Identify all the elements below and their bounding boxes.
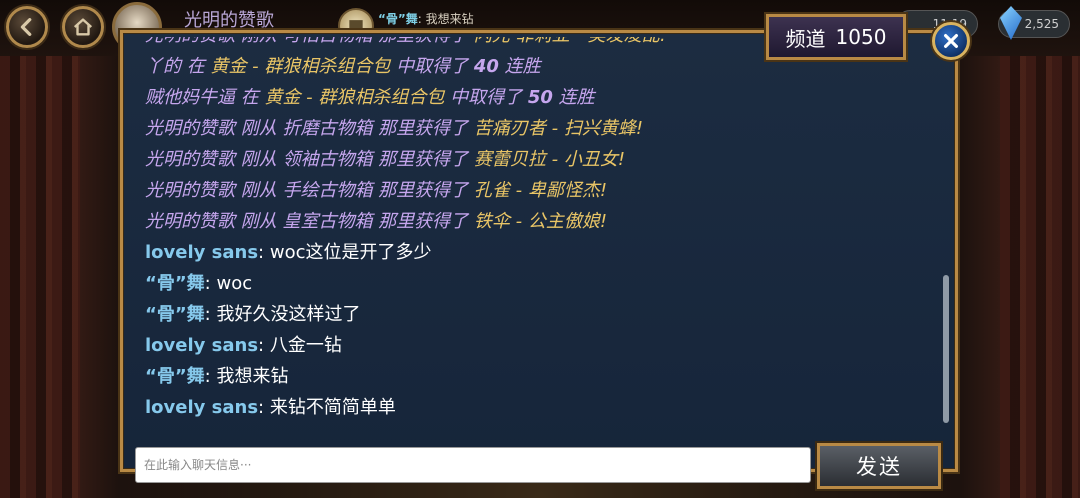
message-username: lovely sans: [145, 397, 259, 418]
chat-message: lovely sans: 八金一钻: [145, 330, 925, 361]
ticker-text: : 我想来钻: [417, 12, 474, 26]
system-message-part: 那里获得了: [372, 118, 474, 139]
system-message-part: 那里获得了: [372, 180, 474, 201]
message-text: 我想来钻: [216, 366, 289, 387]
system-message-part: 中取得了: [390, 56, 474, 77]
system-message: 贼他妈牛逼 在 黄金 - 群狼相杀组合包 中取得了 50 连胜: [145, 82, 925, 113]
message-username: “骨”舞: [145, 366, 205, 387]
system-message-part: 赛蕾贝拉 - 小丑女!: [473, 149, 626, 170]
chat-scrollbar[interactable]: [943, 275, 949, 423]
message-text: 我好久没这样过了: [216, 304, 361, 325]
system-message-part: 孔雀 - 卑鄙怪杰!: [473, 180, 608, 201]
back-button[interactable]: [6, 6, 48, 48]
system-message-part: 黄金 - 群狼相杀组合包: [264, 87, 445, 108]
system-message-part: 苦痛刃者 - 扫兴黄蜂!: [473, 118, 644, 139]
message-username: lovely sans: [145, 335, 259, 356]
system-message-part: 光明的赞歌 刚从: [145, 149, 283, 170]
system-message: 光明的赞歌 刚从 折磨古物箱 那里获得了 苦痛刃者 - 扫兴黄蜂!: [145, 113, 925, 144]
system-message-part: 中取得了: [444, 87, 528, 108]
message-text: 来钻不简简单单: [269, 397, 396, 418]
system-message-part: 光明的赞歌 刚从: [145, 180, 283, 201]
system-message-part: 贼他妈牛逼 在: [145, 87, 265, 108]
message-separator: :: [204, 304, 217, 325]
chat-message-list[interactable]: 光明的赞歌 刚从 可怕古物箱 那里获得了 闪光 菲莉亚 - 美发凌乱!丫的 在 …: [145, 37, 925, 427]
close-button[interactable]: [932, 22, 970, 60]
message-username: lovely sans: [145, 242, 259, 263]
chat-dialog: 光明的赞歌 刚从 可怕古物箱 那里获得了 闪光 菲莉亚 - 美发凌乱!丫的 在 …: [120, 30, 958, 489]
system-message-part: 黄金 - 群狼相杀组合包: [210, 56, 391, 77]
system-message: 光明的赞歌 刚从 领袖古物箱 那里获得了 赛蕾贝拉 - 小丑女!: [145, 144, 925, 175]
chat-message: “骨”舞: woc: [145, 268, 925, 299]
channel-label: 频道: [785, 26, 826, 51]
chat-message: “骨”舞: 我想来钻: [145, 361, 925, 392]
system-message-part: 那里获得了: [372, 37, 473, 46]
curtain-left: [0, 40, 80, 498]
message-text: woc: [216, 273, 253, 294]
system-message-part: 手绘古物箱: [282, 180, 373, 201]
chat-input[interactable]: [136, 448, 810, 482]
system-message-part: 光明的赞歌 刚从: [145, 37, 282, 46]
chat-ticker[interactable]: “骨”舞: 我想来钻: [378, 10, 474, 27]
message-username: “骨”舞: [145, 273, 205, 294]
system-message-part: 闪光 菲莉亚 - 美发凌乱!: [474, 37, 667, 46]
system-message-part: 那里获得了: [372, 211, 474, 232]
system-message-part: 领袖古物箱: [282, 149, 373, 170]
system-message-part: 那里获得了: [372, 149, 474, 170]
system-message-part: 铁伞 - 公主傲娘!: [473, 211, 608, 232]
system-message-part: 40: [473, 56, 499, 77]
ticker-user: “骨”舞: [378, 12, 418, 26]
system-message-part: 折磨古物箱: [282, 118, 373, 139]
system-message-part: 丫的 在: [145, 56, 211, 77]
message-text: woc这位是开了多少: [269, 242, 432, 263]
message-text: 八金一钻: [269, 335, 342, 356]
system-message-part: 光明的赞歌 刚从: [145, 211, 283, 232]
channel-tab[interactable]: 频道 1050: [766, 14, 906, 60]
system-message-part: 可怕古物箱: [282, 37, 372, 46]
chat-message: “骨”舞: 我好久没这样过了: [145, 299, 925, 330]
curtain-right: [1000, 40, 1080, 498]
back-icon: [20, 18, 32, 36]
system-message-part: 连胜: [498, 56, 541, 77]
system-message: 光明的赞歌 刚从 手绘古物箱 那里获得了 孔雀 - 卑鄙怪杰!: [145, 175, 925, 206]
message-separator: :: [204, 366, 217, 387]
home-icon: [73, 18, 93, 36]
send-button[interactable]: 发送: [817, 443, 941, 489]
chat-message: lovely sans: woc这位是开了多少: [145, 237, 925, 268]
system-message: 光明的赞歌 刚从 皇室古物箱 那里获得了 铁伞 - 公主傲娘!: [145, 206, 925, 237]
chat-input-container: [135, 447, 811, 483]
close-icon: [944, 34, 958, 48]
message-separator: :: [258, 335, 270, 356]
system-message-part: 光明的赞歌 刚从: [145, 118, 283, 139]
gem-amount: 2,525: [1024, 17, 1059, 31]
message-separator: :: [258, 397, 270, 418]
chat-message: lovely sans: 来钻不简简单单: [145, 392, 925, 423]
system-message-part: 连胜: [552, 87, 595, 108]
message-separator: :: [204, 273, 217, 294]
message-separator: :: [258, 242, 270, 263]
player-name: 光明的赞歌: [184, 10, 274, 31]
channel-number: 1050: [835, 25, 887, 49]
message-username: “骨”舞: [145, 304, 205, 325]
system-message-part: 皇室古物箱: [282, 211, 373, 232]
system-message-part: 50: [527, 87, 553, 108]
home-button[interactable]: [62, 6, 104, 48]
